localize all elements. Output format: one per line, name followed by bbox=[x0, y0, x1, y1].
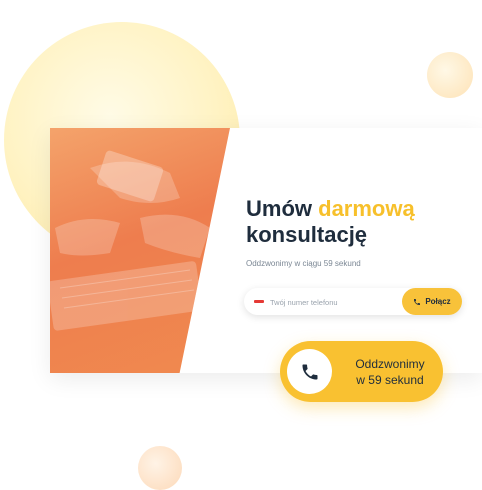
connect-button-label: Połącz bbox=[425, 297, 451, 306]
heading-word: Umów bbox=[246, 196, 312, 221]
hero-photo-laptop-card bbox=[50, 128, 230, 373]
card-subtitle: Oddzwonimy w ciągu 59 sekund bbox=[246, 259, 361, 268]
card-heading: Umów darmową konsultację bbox=[246, 196, 415, 248]
laptop-hands-illustration bbox=[50, 150, 210, 331]
badge-phone-circle bbox=[287, 349, 332, 394]
badge-line2: w 59 sekund bbox=[356, 373, 424, 387]
badge-text: Oddzwonimy w 59 sekund bbox=[342, 356, 438, 388]
heading-line2: konsultację bbox=[246, 222, 368, 247]
heading-accent: darmową bbox=[318, 196, 415, 221]
phone-form: Połącz bbox=[244, 288, 462, 315]
decorative-circle-small-bottom bbox=[138, 446, 182, 490]
callback-badge[interactable]: Oddzwonimy w 59 sekund bbox=[280, 341, 443, 402]
badge-line1: Oddzwonimy bbox=[355, 357, 425, 371]
flag-icon bbox=[254, 300, 264, 303]
phone-icon bbox=[302, 364, 317, 379]
consultation-card: Umów darmową konsultację Oddzwonimy w ci… bbox=[50, 128, 482, 373]
phone-icon bbox=[414, 298, 421, 305]
connect-button[interactable]: Połącz bbox=[402, 288, 462, 315]
phone-input[interactable] bbox=[268, 293, 392, 312]
decorative-circle-small-top bbox=[427, 52, 473, 98]
